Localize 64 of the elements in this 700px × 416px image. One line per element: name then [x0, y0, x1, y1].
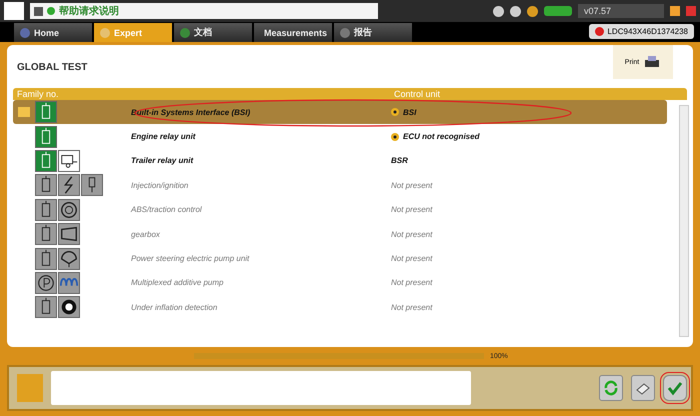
steering-icon — [58, 248, 80, 270]
ecu-icon — [35, 198, 57, 221]
table-cell: ECU not recognised — [403, 132, 480, 142]
table-cell: BSI — [403, 108, 416, 117]
table-row[interactable]: ABS/traction control Not present — [13, 198, 667, 222]
battery-icon — [544, 6, 572, 16]
table-cell-text: Multiplexed additive pump — [131, 278, 224, 288]
trailer-icon — [58, 150, 80, 172]
ecu-icon — [35, 101, 57, 124]
ecu-icon — [35, 150, 57, 172]
refresh-button[interactable] — [599, 375, 623, 401]
table-row[interactable]: Multiplexed additive pump Not present — [13, 270, 667, 296]
round-icon[interactable] — [527, 6, 538, 16]
table-cell: BSR — [391, 156, 408, 166]
vin-badge: LDC943X46D1374238 — [589, 24, 694, 39]
tab[interactable]: 文档 — [174, 23, 252, 42]
column-header: Control unit — [393, 89, 440, 99]
table-cell-text: ABS/traction control — [131, 205, 203, 214]
round-icon[interactable] — [493, 6, 504, 16]
table-row[interactable]: Injection/ignition Not present — [13, 173, 667, 198]
table-cell: Not present — [391, 180, 432, 190]
ecu-icon — [35, 248, 57, 270]
table-row[interactable]: gearbox Not present — [13, 222, 667, 246]
table-cell-text: Trailer relay unit — [131, 156, 194, 166]
table-cell-text: Engine relay unit — [131, 132, 197, 142]
round-icon[interactable] — [510, 6, 521, 16]
injector-icon — [81, 174, 103, 196]
table-cell: Not present — [391, 230, 432, 239]
panel-title: GLOBAL TEST — [17, 62, 88, 73]
confirm-button[interactable] — [663, 375, 687, 401]
printer-icon — [643, 55, 662, 69]
table-cell-text: Under inflation detection — [131, 302, 218, 312]
version-label: v07.57 — [578, 4, 664, 18]
help-field[interactable]: 帮助请求说明 — [30, 3, 378, 19]
spark-icon — [58, 174, 80, 196]
column-header: Family no. — [16, 89, 60, 99]
tab[interactable]: Home — [14, 23, 92, 42]
table-cell-text: gearbox — [131, 230, 161, 239]
coil-icon — [58, 272, 80, 294]
table-cell-text: Power steering electric pump unit — [131, 254, 250, 264]
checkmark-icon — [667, 380, 683, 396]
table-cell-text: Injection/ignition — [131, 180, 190, 190]
ecu-icon — [35, 296, 57, 318]
status-square — [17, 374, 43, 402]
ecu-icon — [35, 126, 57, 148]
ecu-icon — [35, 223, 57, 246]
tab[interactable]: 报告 — [334, 23, 412, 42]
scrollbar[interactable] — [679, 105, 689, 337]
ecu-icon — [35, 174, 57, 196]
abs-icon — [58, 198, 80, 221]
table-cell: Not present — [391, 278, 432, 288]
table-row[interactable]: Power steering electric pump unit Not present — [13, 246, 667, 271]
table-row[interactable]: Engine relay unit ECU not recognised — [13, 124, 667, 149]
table-row[interactable]: Trailer relay unit BSR — [13, 148, 667, 174]
refresh-icon — [603, 380, 619, 396]
gearbox-icon — [58, 223, 80, 246]
tab[interactable]: Measurements — [254, 23, 332, 42]
parking-icon — [35, 272, 57, 294]
table-cell: Not present — [391, 205, 432, 214]
table-row[interactable]: Under inflation detection Not present — [13, 295, 667, 320]
tyre-icon — [58, 296, 80, 318]
table-cell: Not present — [391, 302, 432, 312]
table-cell: Not present — [391, 254, 432, 264]
eraser-button[interactable] — [631, 375, 655, 401]
